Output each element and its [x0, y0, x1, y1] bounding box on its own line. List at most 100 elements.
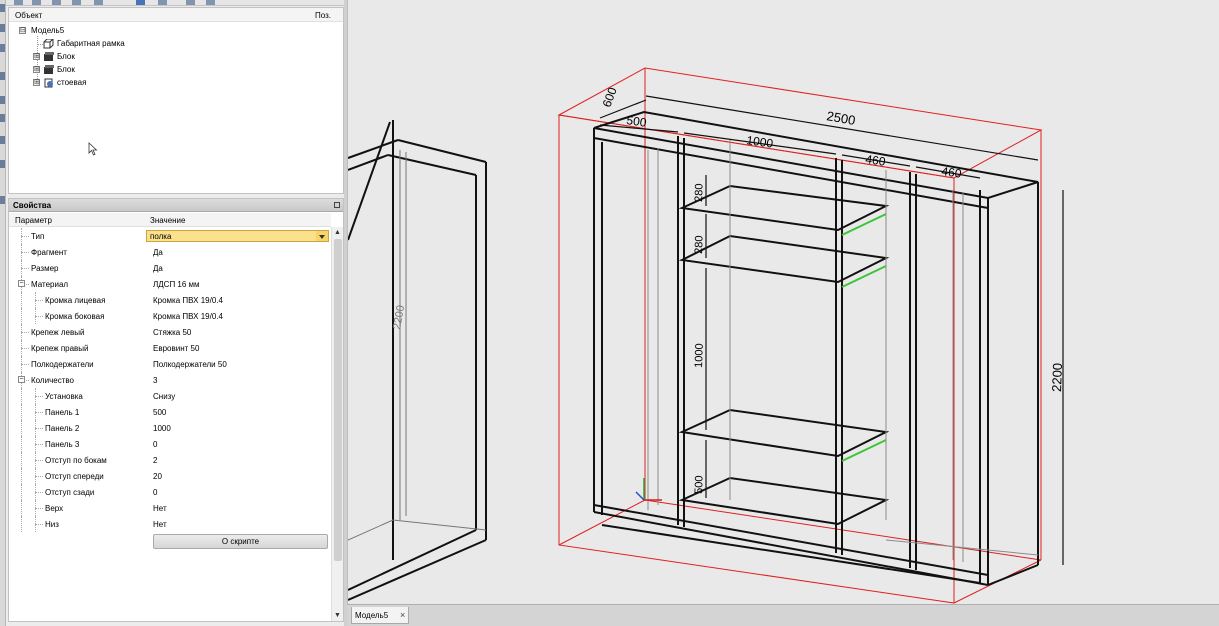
- toolbar-icon[interactable]: [72, 0, 81, 5]
- dim-height-total: 2200: [1049, 363, 1065, 392]
- toolbar-icon[interactable]: [158, 0, 167, 5]
- property-row[interactable]: Фрагмент Да: [9, 244, 331, 260]
- tool-icon[interactable]: [0, 114, 5, 122]
- wardrobe-drawing: 2200 600 2500 500 1000 460 460 2200 280 …: [348, 67, 1065, 604]
- property-row[interactable]: Кромка лицевая Кромка ПВХ 19/0.4: [9, 292, 331, 308]
- bounding-box-icon: [43, 39, 54, 49]
- close-icon[interactable]: ×: [400, 610, 405, 620]
- tab-model[interactable]: Модель5 ×: [351, 607, 409, 624]
- property-row[interactable]: Крепеж правый Евровинт 50: [9, 340, 331, 356]
- dim-depth: 600: [600, 85, 620, 109]
- about-script-button[interactable]: О скрипте: [153, 534, 328, 549]
- property-value[interactable]: 2: [153, 456, 157, 465]
- tool-icon[interactable]: [0, 24, 5, 32]
- document-tab-bar: Модель5 ×: [347, 604, 1219, 626]
- tree-item-model[interactable]: ⊟ Модель5: [17, 25, 217, 37]
- property-name: Крепеж правый: [31, 344, 89, 353]
- expand-toggle[interactable]: ⊞: [33, 66, 40, 73]
- property-value[interactable]: Евровинт 50: [153, 344, 199, 353]
- tool-icon[interactable]: [0, 136, 5, 144]
- property-row[interactable]: Отступ сзади 0: [9, 484, 331, 500]
- property-row[interactable]: Низ Нет: [9, 516, 331, 532]
- property-row[interactable]: − Количество 3: [9, 372, 331, 388]
- tab-model-label: Модель5: [355, 611, 389, 620]
- property-value[interactable]: Снизу: [153, 392, 175, 401]
- property-row[interactable]: Отступ спереди 20: [9, 468, 331, 484]
- tree-item-label: стоевая: [57, 78, 87, 87]
- property-value[interactable]: 0: [153, 440, 157, 449]
- property-name: Количество: [31, 376, 74, 385]
- dim-section3: 460: [865, 152, 887, 169]
- tool-icon[interactable]: [0, 4, 5, 12]
- tool-icon[interactable]: [0, 196, 5, 204]
- tree-item-label: Габаритная рамка: [57, 39, 125, 48]
- toolbar-icon[interactable]: [14, 0, 23, 5]
- property-value[interactable]: 3: [153, 376, 157, 385]
- collapse-toggle[interactable]: −: [18, 280, 25, 287]
- properties-scrollbar[interactable]: ▲ ▼: [331, 227, 343, 621]
- property-row[interactable]: Кромка боковая Кромка ПВХ 19/0.4: [9, 308, 331, 324]
- dim-section1: 500: [626, 113, 648, 130]
- properties-panel: Свойства Параметр Значение Тип полка Фрагм…: [8, 198, 344, 622]
- expand-toggle[interactable]: ⊞: [33, 79, 40, 86]
- property-value[interactable]: Стяжка 50: [153, 328, 191, 337]
- tree-item-frame[interactable]: Габаритная рамка: [17, 38, 217, 50]
- property-row[interactable]: Панель 3 0: [9, 436, 331, 452]
- property-row[interactable]: Панель 2 1000: [9, 420, 331, 436]
- property-name: Материал: [31, 280, 69, 289]
- property-value[interactable]: 20: [153, 472, 162, 481]
- property-value[interactable]: Полкодержатели 50: [153, 360, 227, 369]
- property-name: Низ: [45, 520, 59, 529]
- toolbar-icon[interactable]: [32, 0, 41, 5]
- collapse-toggle[interactable]: −: [18, 376, 25, 383]
- tree-item-block[interactable]: ⊞ Блок: [17, 64, 217, 76]
- toolbar-icon[interactable]: [136, 0, 145, 5]
- tool-icon[interactable]: [0, 44, 5, 52]
- property-row[interactable]: − Материал ЛДСП 16 мм: [9, 276, 331, 292]
- property-name: Отступ спереди: [45, 472, 104, 481]
- expand-toggle[interactable]: ⊞: [33, 53, 40, 60]
- property-value[interactable]: 1000: [153, 424, 171, 433]
- tool-icon[interactable]: [0, 160, 5, 168]
- property-value[interactable]: Кромка ПВХ 19/0.4: [153, 312, 223, 321]
- type-dropdown[interactable]: полка: [146, 230, 329, 242]
- property-row[interactable]: Размер Да: [9, 260, 331, 276]
- scroll-up-icon[interactable]: ▲: [334, 229, 341, 236]
- tree-item-block[interactable]: ⊞ Блок: [17, 51, 217, 63]
- 3d-viewport[interactable]: 2200 600 2500 500 1000 460 460 2200 280 …: [347, 0, 1219, 604]
- property-row[interactable]: Отступ по бокам 2: [9, 452, 331, 468]
- property-value[interactable]: Да: [153, 248, 163, 257]
- tree-col-object[interactable]: Объект: [15, 11, 42, 20]
- property-value[interactable]: Нет: [153, 504, 167, 513]
- property-name: Кромка боковая: [45, 312, 105, 321]
- property-value[interactable]: 500: [153, 408, 166, 417]
- tree-item-script[interactable]: ⊞ стоевая: [17, 77, 217, 89]
- toolbar-icon[interactable]: [186, 0, 195, 5]
- scroll-thumb[interactable]: [334, 239, 342, 561]
- tool-icon[interactable]: [0, 72, 5, 80]
- tree-col-pos[interactable]: Поз.: [315, 11, 331, 20]
- property-value[interactable]: Кромка ПВХ 19/0.4: [153, 296, 223, 305]
- property-value[interactable]: ЛДСП 16 мм: [153, 280, 200, 289]
- property-value[interactable]: 0: [153, 488, 157, 497]
- property-row[interactable]: Полкодержатели Полкодержатели 50: [9, 356, 331, 372]
- property-row[interactable]: Крепеж левый Стяжка 50: [9, 324, 331, 340]
- dim-shelf-gap4: 500: [693, 475, 706, 494]
- property-row[interactable]: Верх Нет: [9, 500, 331, 516]
- toolbar-icon[interactable]: [206, 0, 215, 5]
- maximize-icon[interactable]: [334, 202, 340, 208]
- scroll-down-icon[interactable]: ▼: [334, 612, 341, 619]
- block-icon: [44, 65, 54, 74]
- property-row[interactable]: Панель 1 500: [9, 404, 331, 420]
- collapse-toggle[interactable]: ⊟: [19, 27, 26, 34]
- property-value[interactable]: Нет: [153, 520, 167, 529]
- type-dropdown-value: полка: [150, 232, 172, 241]
- block-icon: [44, 52, 54, 61]
- tool-icon[interactable]: [0, 96, 5, 104]
- toolbar-icon[interactable]: [52, 0, 61, 5]
- chevron-down-icon[interactable]: [316, 231, 328, 241]
- toolbar-icon[interactable]: [94, 0, 103, 5]
- property-row[interactable]: Тип полка: [9, 228, 331, 244]
- property-value[interactable]: Да: [153, 264, 163, 273]
- property-row[interactable]: Установка Снизу: [9, 388, 331, 404]
